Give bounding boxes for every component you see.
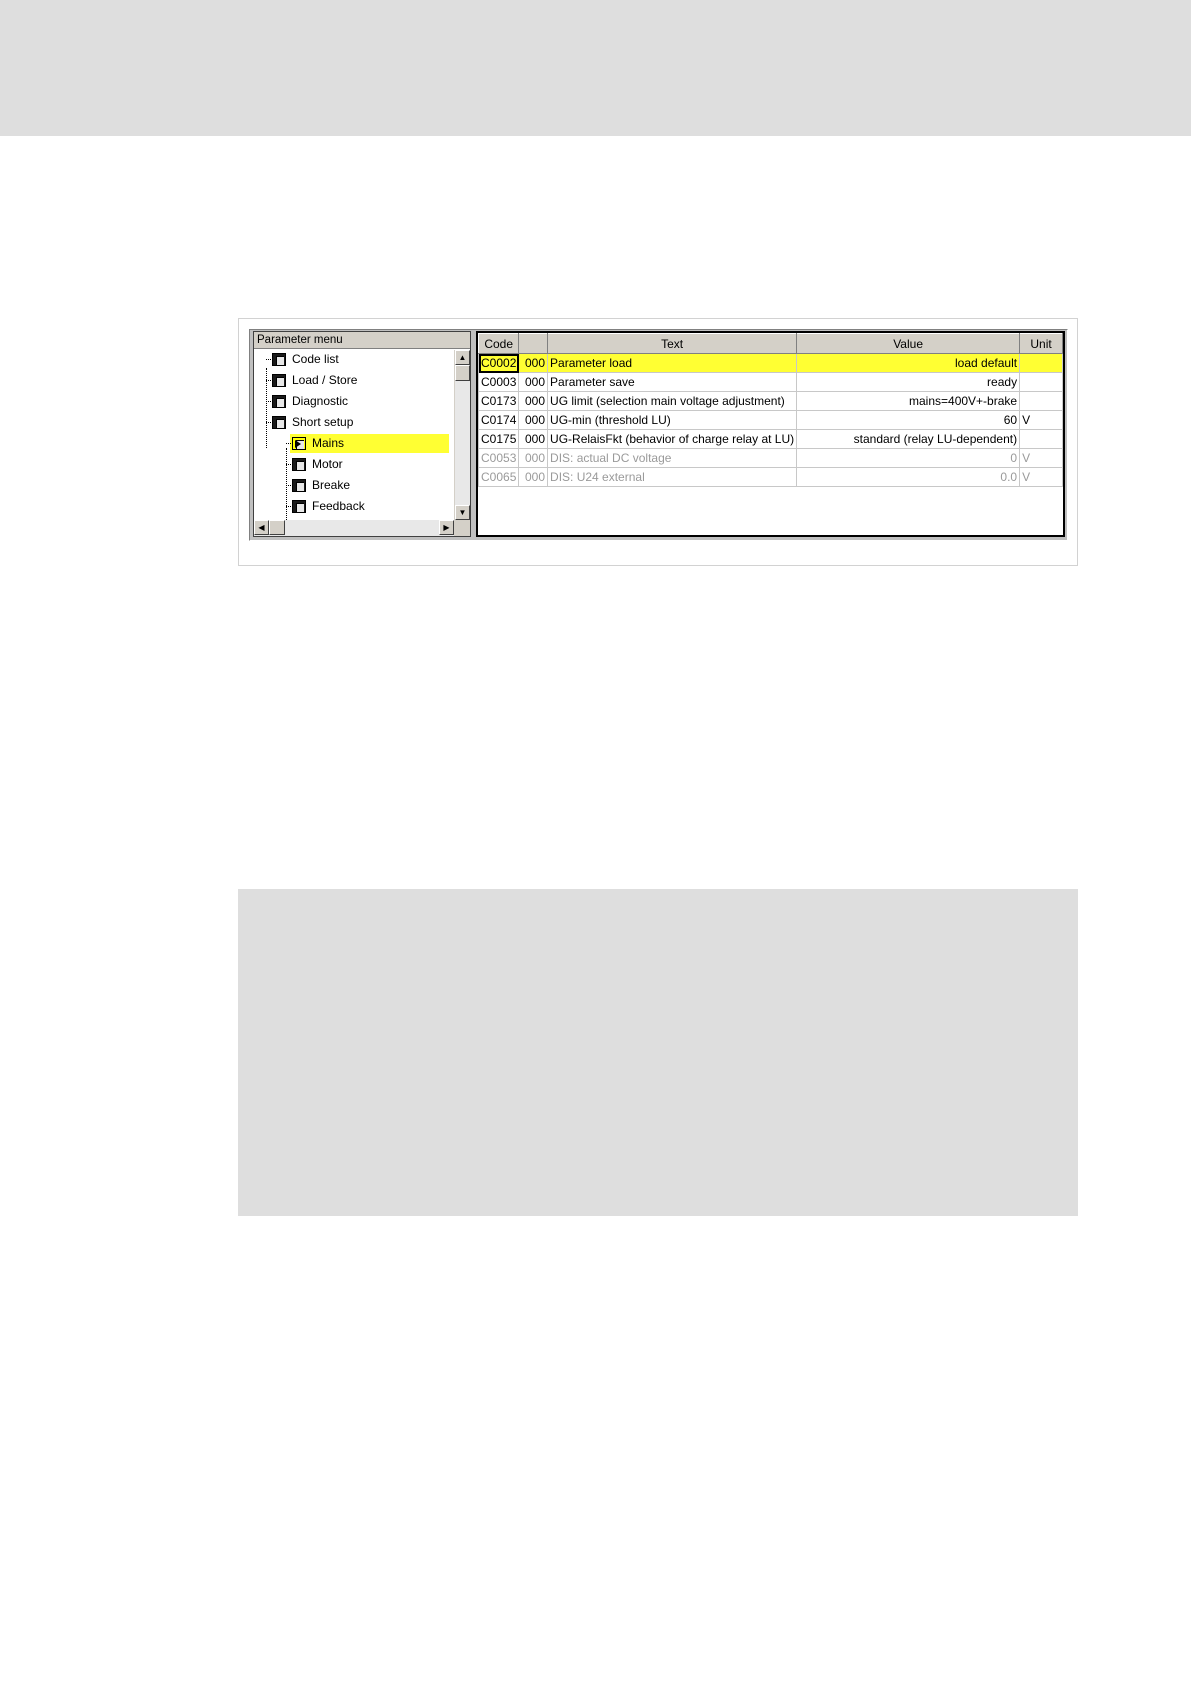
cell-unit <box>1019 391 1063 411</box>
tree-item-label: Motor <box>312 457 343 471</box>
cell-subcode: 000 <box>518 372 549 392</box>
cell-unit <box>1019 429 1063 449</box>
cell-code[interactable]: C0053 <box>478 448 520 468</box>
arrow-right-icon[interactable]: ▶ <box>439 520 454 535</box>
cell-value[interactable]: standard (relay LU-dependent) <box>796 429 1021 449</box>
tree-item-mains[interactable]: Mains <box>254 434 454 453</box>
cell-unit: V <box>1019 448 1063 468</box>
column-header-code[interactable]: Code <box>478 333 520 354</box>
table-row[interactable]: C0174 000 UG-min (threshold LU) 60 V <box>478 410 1063 430</box>
tree-body: Code list Load / Store Diagnostic Short … <box>254 350 454 520</box>
folder-page-icon <box>272 374 286 387</box>
cell-code[interactable]: C0002 <box>478 353 520 373</box>
table-header-row: Code Text Value Unit <box>478 333 1063 354</box>
arrow-left-icon[interactable]: ◀ <box>254 520 269 535</box>
column-header-value[interactable]: Value <box>796 333 1021 354</box>
tree-item-label: Breake <box>312 478 351 492</box>
parameter-menu-tree: Parameter menu Code list Load / Store Di… <box>253 331 471 537</box>
folder-page-icon <box>272 416 286 429</box>
cell-text: UG-min (threshold LU) <box>547 410 798 430</box>
cell-code[interactable]: C0173 <box>478 391 520 411</box>
parameter-window: Parameter menu Code list Load / Store Di… <box>249 329 1068 541</box>
cell-subcode: 000 <box>518 448 549 468</box>
table-row[interactable]: C0175 000 UG-RelaisFkt (behavior of char… <box>478 429 1063 449</box>
arrow-down-icon[interactable]: ▼ <box>455 505 470 520</box>
scroll-thumb[interactable] <box>269 520 285 535</box>
tree-item-label: Code list <box>292 352 339 366</box>
vertical-scrollbar[interactable]: ▲ ▼ <box>454 350 470 520</box>
column-header-text[interactable]: Text <box>547 333 798 354</box>
cell-subcode: 000 <box>518 391 549 411</box>
folder-page-icon <box>272 395 286 408</box>
cell-text: UG-RelaisFkt (behavior of charge relay a… <box>547 429 798 449</box>
cell-value: 0.0 <box>796 467 1021 487</box>
cell-value: 0 <box>796 448 1021 468</box>
cell-subcode: 000 <box>518 429 549 449</box>
cell-code[interactable]: C0065 <box>478 467 520 487</box>
tree-item-label: Feedback <box>312 499 365 513</box>
cell-text: Parameter load <box>547 353 798 373</box>
table-row[interactable]: C0002 000 Parameter load load default <box>478 353 1063 373</box>
cell-code[interactable]: C0175 <box>478 429 520 449</box>
cell-code[interactable]: C0174 <box>478 410 520 430</box>
folder-page-icon <box>292 500 306 513</box>
horizontal-scrollbar[interactable]: ◀ ▶ <box>254 520 454 536</box>
page-header-band <box>0 0 1191 136</box>
tree-item-label: Short setup <box>292 415 354 429</box>
cell-value[interactable]: load default <box>796 353 1021 373</box>
column-header-subcode[interactable] <box>518 333 549 354</box>
cell-unit <box>1019 372 1063 392</box>
cell-text: DIS: actual DC voltage <box>547 448 798 468</box>
cell-subcode: 000 <box>518 410 549 430</box>
table-row[interactable]: C0065 000 DIS: U24 external 0.0 V <box>478 467 1063 487</box>
column-header-unit[interactable]: Unit <box>1019 333 1063 354</box>
cell-text: UG limit (selection main voltage adjustm… <box>547 391 798 411</box>
screenshot-figure: Parameter menu Code list Load / Store Di… <box>238 318 1078 566</box>
arrow-up-icon[interactable]: ▲ <box>455 350 470 365</box>
cell-text: DIS: U24 external <box>547 467 798 487</box>
parameter-table-pane: Code Text Value Unit C0002 000 Parameter… <box>476 331 1065 537</box>
tree-connector <box>286 448 287 520</box>
table-row[interactable]: C0003 000 Parameter save ready <box>478 372 1063 392</box>
scroll-thumb[interactable] <box>455 365 470 381</box>
cell-value[interactable]: ready <box>796 372 1021 392</box>
folder-page-icon <box>292 458 306 471</box>
cell-subcode: 000 <box>518 353 549 373</box>
cell-unit: V <box>1019 410 1063 430</box>
tree-item-label: Mains <box>312 436 345 450</box>
cell-unit <box>1019 353 1063 373</box>
cell-code[interactable]: C0003 <box>478 372 520 392</box>
table-row[interactable]: C0173 000 UG limit (selection main volta… <box>478 391 1063 411</box>
cell-value[interactable]: mains=400V+-brake <box>796 391 1021 411</box>
folder-page-icon <box>272 353 286 366</box>
tree-header: Parameter menu <box>254 332 470 349</box>
cell-subcode: 000 <box>518 467 549 487</box>
table-row[interactable]: C0053 000 DIS: actual DC voltage 0 V <box>478 448 1063 468</box>
info-panel <box>238 889 1078 1216</box>
tree-item-label: Diagnostic <box>292 394 349 408</box>
parameter-table: Code Text Value Unit C0002 000 Parameter… <box>478 333 1063 487</box>
cell-value[interactable]: 60 <box>796 410 1021 430</box>
cell-unit: V <box>1019 467 1063 487</box>
tree-item-label: Load / Store <box>292 373 358 387</box>
scroll-corner <box>454 520 470 536</box>
cell-text: Parameter save <box>547 372 798 392</box>
play-icon <box>295 440 301 448</box>
folder-page-icon <box>292 479 306 492</box>
